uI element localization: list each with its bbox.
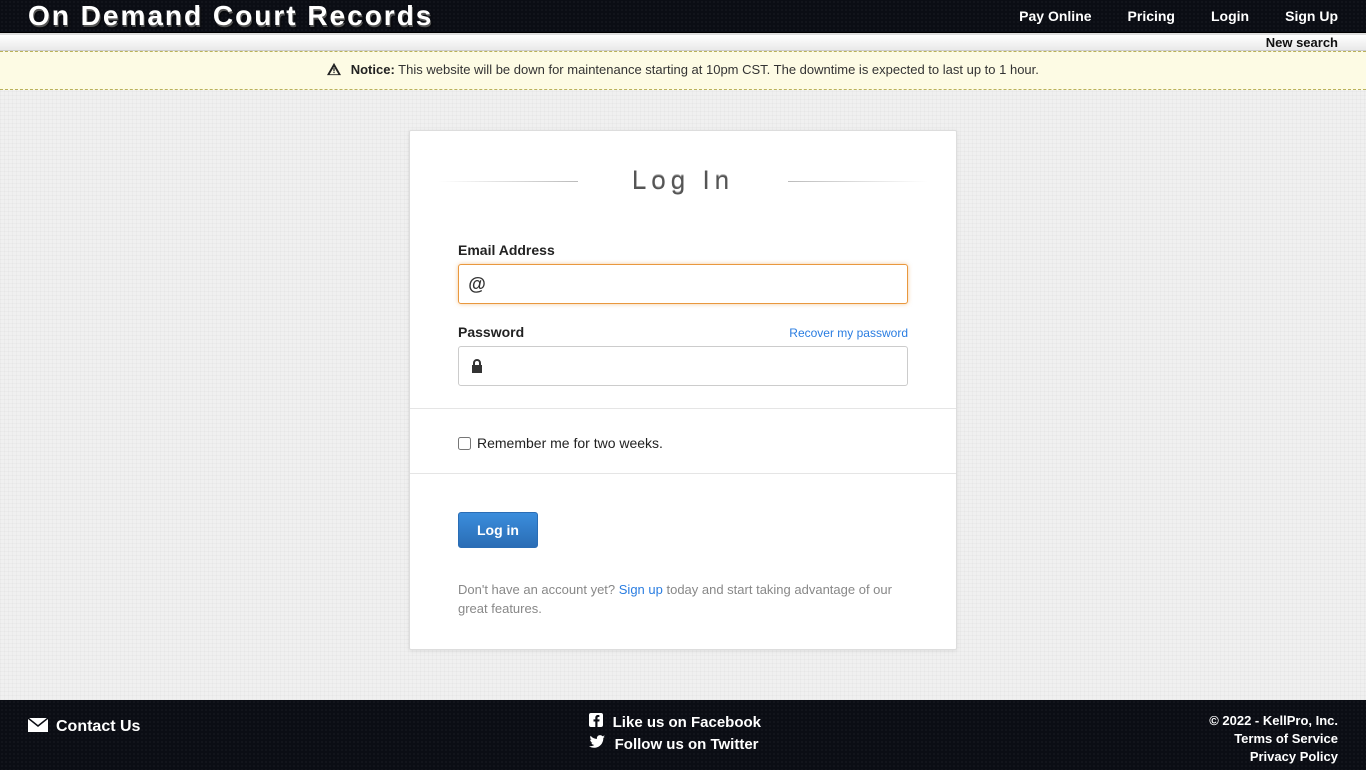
email-field-group: Email Address @ bbox=[458, 242, 908, 304]
sub-bar: New search bbox=[0, 33, 1366, 51]
email-input-wrap: @ bbox=[458, 264, 908, 304]
facebook-text: Like us on Facebook bbox=[613, 712, 761, 735]
contact-us-text: Contact Us bbox=[56, 718, 140, 736]
nav-pay-online[interactable]: Pay Online bbox=[1019, 8, 1091, 24]
twitter-icon bbox=[589, 734, 605, 757]
divider bbox=[410, 473, 956, 474]
login-card: Log In Email Address @ Password Recover … bbox=[409, 130, 957, 650]
footer: Contact Us Like us on Facebook Follow us… bbox=[0, 700, 1366, 770]
login-title: Log In bbox=[458, 165, 908, 196]
privacy-link[interactable]: Privacy Policy bbox=[1209, 748, 1338, 766]
top-nav: Pay Online Pricing Login Sign Up bbox=[1019, 8, 1338, 24]
notice-text: This website will be down for maintenanc… bbox=[398, 62, 1039, 77]
header: On Demand Court Records Pay Online Prici… bbox=[0, 0, 1366, 33]
footer-legal: © 2022 - KellPro, Inc. Terms of Service … bbox=[1209, 712, 1338, 767]
signup-link[interactable]: Sign up bbox=[619, 582, 663, 597]
remember-checkbox[interactable] bbox=[458, 437, 471, 450]
new-search-link[interactable]: New search bbox=[1266, 35, 1338, 50]
twitter-link[interactable]: Follow us on Twitter bbox=[589, 734, 761, 757]
facebook-icon bbox=[589, 712, 603, 735]
lock-icon bbox=[459, 358, 495, 374]
signup-note: Don't have an account yet? Sign up today… bbox=[458, 580, 908, 619]
tos-link[interactable]: Terms of Service bbox=[1209, 730, 1338, 748]
main-content: Log In Email Address @ Password Recover … bbox=[0, 90, 1366, 700]
nav-signup[interactable]: Sign Up bbox=[1285, 8, 1338, 24]
warning-icon bbox=[327, 62, 341, 79]
contact-us-link[interactable]: Contact Us bbox=[28, 712, 140, 737]
remember-label[interactable]: Remember me for two weeks. bbox=[458, 435, 663, 451]
notice-label: Notice: bbox=[351, 62, 395, 77]
nav-login[interactable]: Login bbox=[1211, 8, 1249, 24]
password-label: Password bbox=[458, 324, 524, 340]
notice-banner: Notice: This website will be down for ma… bbox=[0, 51, 1366, 90]
nav-pricing[interactable]: Pricing bbox=[1128, 8, 1175, 24]
login-button[interactable]: Log in bbox=[458, 512, 538, 548]
copyright: © 2022 - KellPro, Inc. bbox=[1209, 712, 1338, 730]
twitter-text: Follow us on Twitter bbox=[615, 734, 759, 757]
email-input[interactable] bbox=[495, 265, 907, 303]
facebook-link[interactable]: Like us on Facebook bbox=[589, 712, 761, 735]
divider bbox=[410, 408, 956, 409]
mail-icon bbox=[28, 718, 48, 737]
brand-title: On Demand Court Records bbox=[28, 0, 433, 32]
footer-social: Like us on Facebook Follow us on Twitter bbox=[589, 712, 761, 757]
password-input[interactable] bbox=[495, 347, 907, 385]
at-icon: @ bbox=[459, 274, 495, 295]
remember-text: Remember me for two weeks. bbox=[477, 435, 663, 451]
remember-row: Remember me for two weeks. bbox=[458, 431, 908, 459]
password-field-group: Password Recover my password bbox=[458, 324, 908, 386]
recover-password-link[interactable]: Recover my password bbox=[789, 326, 908, 340]
signup-note-prefix: Don't have an account yet? bbox=[458, 582, 619, 597]
email-label: Email Address bbox=[458, 242, 555, 258]
password-input-wrap bbox=[458, 346, 908, 386]
